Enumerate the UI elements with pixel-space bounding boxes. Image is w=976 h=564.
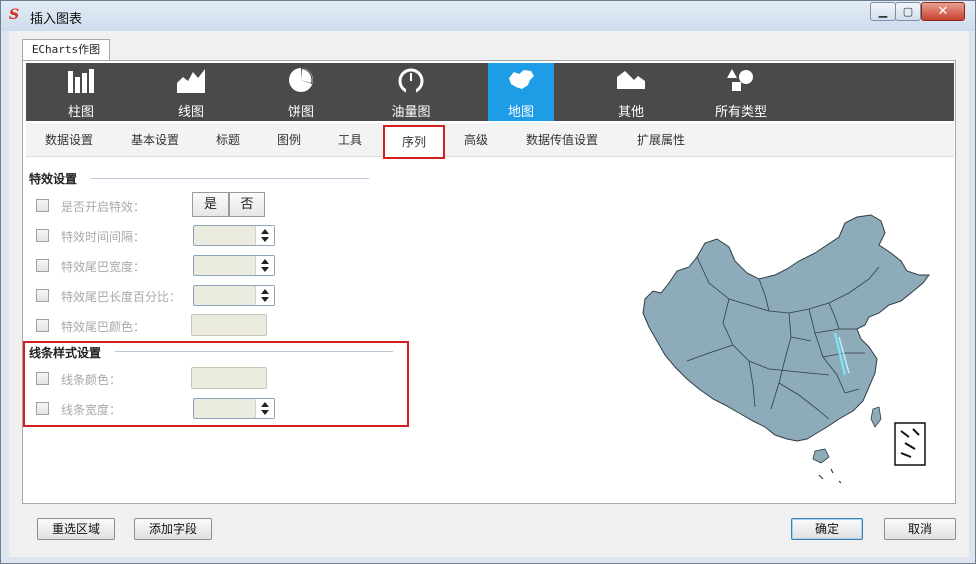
line-width-label: 线条宽度： xyxy=(61,403,122,417)
tab-echarts[interactable]: ECharts作图 xyxy=(22,39,110,61)
spinner-up-icon[interactable] xyxy=(261,402,269,407)
add-field-button[interactable]: 添加字段 xyxy=(134,518,212,540)
spinner-up-icon[interactable] xyxy=(261,229,269,234)
tab-series[interactable]: 序列 xyxy=(383,125,445,159)
close-icon: ✕ xyxy=(937,4,949,19)
map-inset-south-sea xyxy=(894,422,926,466)
tail-color-label: 特效尾巴颜色： xyxy=(61,320,146,334)
tail-length-checkbox[interactable] xyxy=(36,289,49,302)
chart-type-pie-chart[interactable]: 饼图 xyxy=(268,63,334,121)
tab-advanced[interactable]: 高级 xyxy=(454,129,498,151)
all-types-icon xyxy=(727,69,753,91)
enable-effect-label: 是否开启特效： xyxy=(61,200,146,214)
chart-type-line-chart[interactable]: 线图 xyxy=(158,63,224,121)
spinner-up-icon[interactable] xyxy=(261,289,269,294)
tail-width-checkbox[interactable] xyxy=(36,259,49,272)
reselect-area-button[interactable]: 重选区域 xyxy=(37,518,115,540)
chart-type-map[interactable]: 地图 xyxy=(488,63,554,121)
insert-chart-dialog: S 插入图表 ▁ ▢ ✕ ECharts作图 柱图 线图 饼图 油量图 地图 其… xyxy=(0,0,976,564)
dialog-body: ECharts作图 柱图 线图 饼图 油量图 地图 其他 所有类型 数据设置 基… xyxy=(9,31,969,557)
line-color-label: 线条颜色： xyxy=(61,373,122,387)
ok-button[interactable]: 确定 xyxy=(791,518,863,540)
map-shape xyxy=(642,214,930,442)
effect-yes-button[interactable]: 是 xyxy=(192,192,229,217)
tab-basic-settings[interactable]: 基本设置 xyxy=(120,129,190,151)
tail-length-label: 特效尾巴长度百分比： xyxy=(61,290,182,304)
line-style-section-title: 线条样式设置 xyxy=(29,346,102,360)
cancel-button[interactable]: 取消 xyxy=(884,518,956,540)
line-width-checkbox[interactable] xyxy=(36,402,49,415)
effect-interval-label: 特效时间间隔： xyxy=(61,230,146,244)
chart-type-bar: 柱图 线图 饼图 油量图 地图 其他 所有类型 xyxy=(26,63,954,121)
window-title: 插入图表 xyxy=(30,12,83,27)
chart-type-label: 其他 xyxy=(617,105,644,120)
tab-tools[interactable]: 工具 xyxy=(328,129,372,151)
chart-type-all-types[interactable]: 所有类型 xyxy=(708,63,774,121)
chart-type-gauge[interactable]: 油量图 xyxy=(378,63,444,121)
spinner-arrows[interactable] xyxy=(255,256,274,275)
chart-type-label: 线图 xyxy=(177,105,204,120)
chart-type-label: 所有类型 xyxy=(714,105,767,120)
tab-data-settings[interactable]: 数据设置 xyxy=(34,129,104,151)
spinner-down-icon[interactable] xyxy=(261,410,269,415)
tail-width-label: 特效尾巴宽度： xyxy=(61,260,146,274)
spinner-arrows[interactable] xyxy=(255,286,274,305)
spinner-up-icon[interactable] xyxy=(261,259,269,264)
section-divider xyxy=(115,351,393,352)
effect-interval-spinner[interactable] xyxy=(193,225,275,246)
chart-type-other[interactable]: 其他 xyxy=(598,63,664,121)
line-width-spinner[interactable] xyxy=(193,398,275,419)
chart-type-label: 油量图 xyxy=(391,105,431,120)
tab-title[interactable]: 标题 xyxy=(206,129,250,151)
line-color-picker[interactable] xyxy=(191,367,267,389)
map-island-hainan xyxy=(812,448,830,464)
china-map-preview xyxy=(642,214,930,484)
chart-type-bar-chart[interactable]: 柱图 xyxy=(48,63,114,121)
spinner-arrows[interactable] xyxy=(255,399,274,418)
bar-chart-icon xyxy=(68,69,94,93)
chart-type-label: 饼图 xyxy=(287,105,314,120)
line-chart-icon xyxy=(177,69,205,93)
maximize-icon: ▢ xyxy=(902,5,914,18)
effect-no-button[interactable]: 否 xyxy=(229,192,265,217)
maximize-button[interactable]: ▢ xyxy=(895,2,921,21)
spinner-arrows[interactable] xyxy=(255,226,274,245)
series-sub-tabs: 数据设置 基本设置 标题 图例 工具 序列 高级 数据传值设置 扩展属性 xyxy=(26,123,954,159)
title-bar: S 插入图表 ▁ ▢ ✕ xyxy=(1,1,975,31)
tail-color-picker[interactable] xyxy=(191,314,267,336)
tail-color-checkbox[interactable] xyxy=(36,319,49,332)
map-island-taiwan xyxy=(870,406,882,428)
app-logo: S xyxy=(9,7,20,23)
chart-type-label: 柱图 xyxy=(67,105,94,120)
minimize-button[interactable]: ▁ xyxy=(870,2,896,21)
enable-effect-checkbox[interactable] xyxy=(36,199,49,212)
tail-width-spinner[interactable] xyxy=(193,255,275,276)
spinner-down-icon[interactable] xyxy=(261,267,269,272)
gauge-icon xyxy=(398,68,424,93)
effects-section-title: 特效设置 xyxy=(29,172,78,186)
map-island-dots xyxy=(818,468,842,484)
map-icon xyxy=(509,70,534,89)
tab-data-transfer-settings[interactable]: 数据传值设置 xyxy=(512,129,612,151)
tab-legend[interactable]: 图例 xyxy=(267,129,311,151)
tab-extended-attributes[interactable]: 扩展属性 xyxy=(626,129,696,151)
spinner-down-icon[interactable] xyxy=(261,237,269,242)
pie-chart-icon xyxy=(289,68,313,92)
line-color-checkbox[interactable] xyxy=(36,372,49,385)
close-button[interactable]: ✕ xyxy=(921,2,965,21)
spinner-down-icon[interactable] xyxy=(261,297,269,302)
other-chart-icon xyxy=(617,71,645,89)
minimize-icon: ▁ xyxy=(878,5,888,18)
section-divider xyxy=(91,178,369,179)
effect-interval-checkbox[interactable] xyxy=(36,229,49,242)
chart-type-label: 地图 xyxy=(507,105,534,120)
tail-length-spinner[interactable] xyxy=(193,285,275,306)
